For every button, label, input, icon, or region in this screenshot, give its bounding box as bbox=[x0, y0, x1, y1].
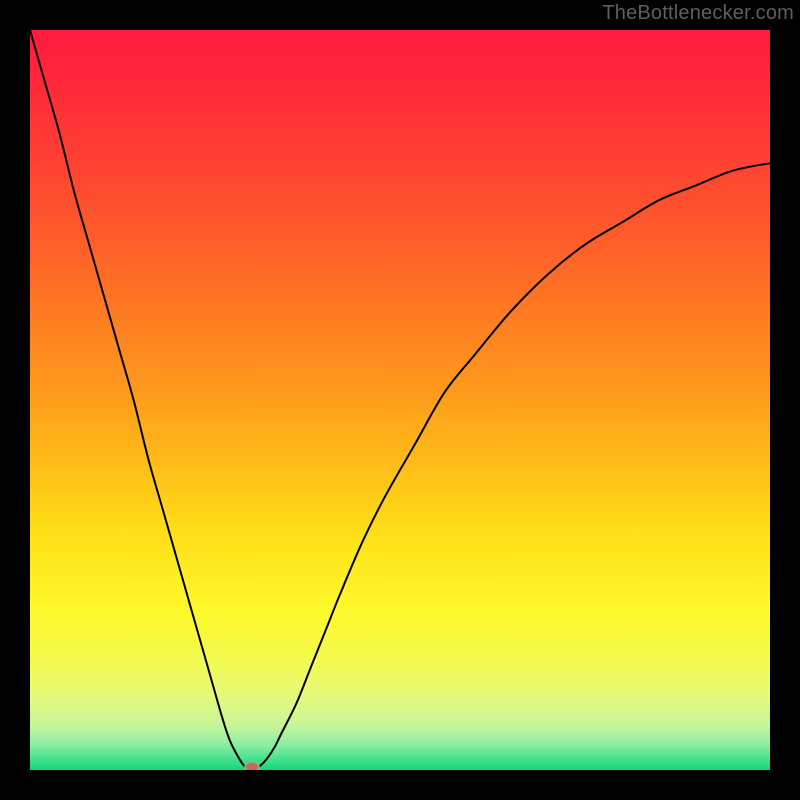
minimum-marker bbox=[245, 762, 259, 770]
plot-background bbox=[30, 30, 770, 770]
watermark-text: TheBottlenecker.com bbox=[602, 2, 794, 25]
chart-stage: TheBottlenecker.com bbox=[0, 0, 800, 800]
bottleneck-chart bbox=[30, 30, 770, 770]
